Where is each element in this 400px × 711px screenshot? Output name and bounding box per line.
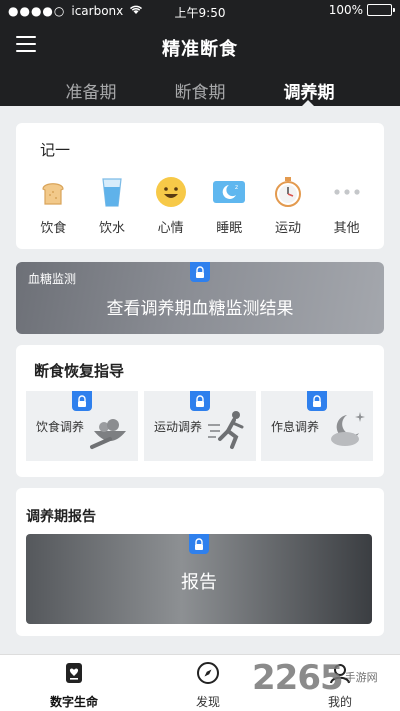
battery-group: 100% xyxy=(328,3,395,17)
guide-item-label: 作息调养 xyxy=(271,420,320,434)
watermark-number: 2265 xyxy=(252,658,344,698)
status-bar: ●●●●○ icarbonx 上午9:50 100% xyxy=(0,0,400,22)
glucose-link-text: 查看调养期血糖监测结果 xyxy=(106,299,294,319)
record-item-water[interactable]: 饮水 xyxy=(84,175,140,236)
recovery-report-card: 调养期报告 报告 xyxy=(16,488,384,636)
tab-fasting[interactable]: 断食期 xyxy=(145,78,255,103)
lock-icon xyxy=(189,534,209,554)
recovery-guide-card: 断食恢复指导 饮食调养 运动调养 作息调养 xyxy=(16,345,384,477)
glucose-monitor-banner[interactable]: 血糖监测 查看调养期血糖监测结果 xyxy=(16,262,384,334)
page-title: 精准断食 xyxy=(162,39,238,60)
moon-cloud-icon xyxy=(327,409,367,453)
nav-discover[interactable]: 发现 xyxy=(158,661,258,710)
runner-icon xyxy=(206,409,250,455)
record-item-other[interactable]: 其他 xyxy=(319,175,375,236)
record-item-label: 心情 xyxy=(157,221,184,236)
tab-preparation[interactable]: 准备期 xyxy=(36,78,146,103)
record-item-sleep[interactable]: z 睡眠 xyxy=(201,175,257,236)
digital-life-icon xyxy=(62,661,86,689)
record-item-food[interactable]: 饮食 xyxy=(25,175,81,236)
more-dots-icon xyxy=(330,175,364,209)
record-actions: 饮食 饮水 心情 z 睡眠 运动 其他 xyxy=(24,175,376,236)
battery-icon xyxy=(367,4,395,16)
battery-label: 100% xyxy=(328,3,363,17)
watermark-text: 手游网 xyxy=(344,671,378,684)
active-tab-indicator xyxy=(302,100,314,106)
record-item-label: 饮食 xyxy=(40,221,67,236)
nav-digital-life[interactable]: 数字生命 xyxy=(24,661,124,710)
guide-item-exercise[interactable]: 运动调养 xyxy=(144,391,256,461)
food-bowl-icon xyxy=(88,409,132,455)
site-watermark-logo: 2265 手游网 xyxy=(252,658,378,698)
report-banner[interactable]: 报告 xyxy=(26,534,372,624)
record-card: 记一 饮食 饮水 心情 z 睡眠 运动 其他 xyxy=(16,123,384,249)
app-header: ●●●●○ icarbonx 上午9:50 100% 精准断食 准备期 断食期 … xyxy=(0,0,400,106)
water-glass-icon xyxy=(95,175,129,209)
bread-icon xyxy=(36,175,70,209)
lock-icon xyxy=(190,391,210,411)
guide-item-diet[interactable]: 饮食调养 xyxy=(26,391,138,461)
guide-item-label: 饮食调养 xyxy=(36,420,85,434)
lock-icon xyxy=(72,391,92,411)
stopwatch-icon xyxy=(271,175,305,209)
record-item-mood[interactable]: 心情 xyxy=(143,175,199,236)
record-item-exercise[interactable]: 运动 xyxy=(260,175,316,236)
record-item-label: 运动 xyxy=(274,221,301,236)
nav-label: 发现 xyxy=(195,695,220,709)
guide-item-label: 运动调养 xyxy=(154,420,203,434)
nav-label: 数字生命 xyxy=(49,695,98,709)
report-title: 调养期报告 xyxy=(26,509,96,525)
svg-text:z: z xyxy=(235,184,238,191)
compass-icon xyxy=(196,661,220,689)
report-banner-text: 报告 xyxy=(181,572,217,593)
phase-tabs: 准备期 断食期 调养期 xyxy=(0,72,400,106)
record-item-label: 其他 xyxy=(333,221,360,236)
smiley-icon xyxy=(154,175,188,209)
record-title: 记一 xyxy=(40,141,71,159)
sleep-moon-icon: z xyxy=(212,175,246,209)
lock-icon xyxy=(307,391,327,411)
lock-icon xyxy=(190,262,210,282)
glucose-tag: 血糖监测 xyxy=(28,272,77,286)
record-item-label: 饮水 xyxy=(98,221,125,236)
guide-title: 断食恢复指导 xyxy=(34,362,125,380)
record-item-label: 睡眠 xyxy=(216,221,243,236)
guide-item-rest[interactable]: 作息调养 xyxy=(261,391,373,461)
